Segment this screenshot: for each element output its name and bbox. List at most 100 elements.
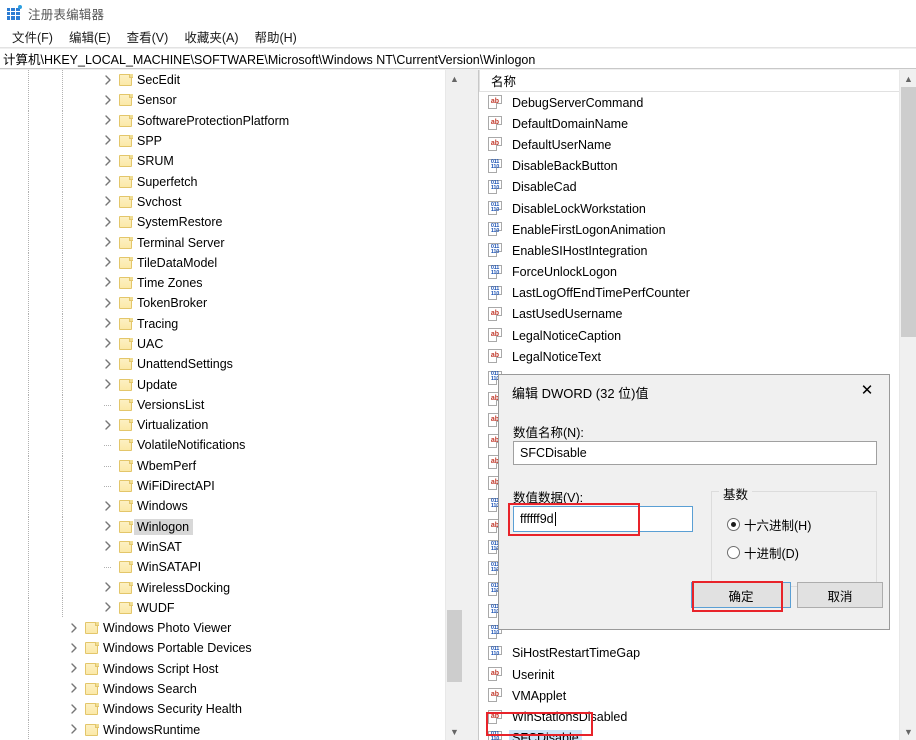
tree-item-tokenbroker[interactable]: TokenBroker bbox=[0, 293, 445, 314]
tree-item-wbemperf[interactable]: WbemPerf bbox=[0, 455, 445, 476]
tree-item-sensor[interactable]: Sensor bbox=[0, 90, 445, 111]
chevron-right-icon[interactable] bbox=[68, 724, 79, 735]
value-row-forceunlocklogon[interactable]: 011 110 ForceUnlockLogon bbox=[479, 262, 900, 283]
chevron-right-icon[interactable] bbox=[68, 683, 79, 694]
chevron-right-icon[interactable] bbox=[102, 581, 113, 592]
value-row-sfcdisable[interactable]: 011 110 SFCDisable bbox=[479, 728, 900, 740]
tree-item-systemrestore[interactable]: SystemRestore bbox=[0, 212, 445, 233]
value-name-input[interactable]: SFCDisable bbox=[513, 441, 877, 465]
menu-file[interactable]: 文件(F) bbox=[5, 26, 62, 47]
value-row-disablebackbutton[interactable]: 011 110 DisableBackButton bbox=[479, 156, 900, 177]
value-row-enablesihostintegration[interactable]: 011 110 EnableSIHostIntegration bbox=[479, 240, 900, 261]
chevron-right-icon[interactable] bbox=[68, 663, 79, 674]
value-row-winstationsdisabled[interactable]: ab WinStationsDisabled bbox=[479, 706, 900, 727]
tree-item-tracing[interactable]: Tracing bbox=[0, 313, 445, 334]
tree-item-versionslist[interactable]: VersionsList bbox=[0, 394, 445, 416]
tree-item-wudf[interactable]: WUDF bbox=[0, 597, 445, 619]
value-row-debugservercommand[interactable]: ab DebugServerCommand bbox=[479, 92, 900, 113]
chevron-right-icon[interactable] bbox=[102, 257, 113, 268]
chevron-right-icon[interactable] bbox=[102, 419, 113, 430]
cancel-button[interactable]: 取消 bbox=[797, 582, 883, 608]
tree-item-spp[interactable]: SPP bbox=[0, 130, 445, 152]
ok-button[interactable]: 确定 bbox=[691, 582, 791, 608]
menu-view[interactable]: 查看(V) bbox=[120, 26, 178, 47]
value-row-vmapplet[interactable]: ab VMApplet bbox=[479, 685, 900, 706]
menu-edit[interactable]: 编辑(E) bbox=[62, 26, 120, 47]
tree-item-windows[interactable]: Windows bbox=[0, 496, 445, 517]
value-row-disablelockworkstation[interactable]: 011 110 DisableLockWorkstation bbox=[479, 198, 900, 219]
chevron-right-icon[interactable] bbox=[102, 318, 113, 329]
address-bar[interactable]: 计算机\HKEY_LOCAL_MACHINE\SOFTWARE\Microsof… bbox=[0, 49, 916, 69]
chevron-right-icon[interactable] bbox=[102, 74, 113, 85]
value-row-defaultusername[interactable]: ab DefaultUserName bbox=[479, 134, 900, 155]
close-icon[interactable]: ✕ bbox=[845, 375, 889, 405]
tree-item-windows-photo-viewer[interactable]: Windows Photo Viewer bbox=[0, 618, 445, 639]
chevron-right-icon[interactable] bbox=[102, 175, 113, 186]
chevron-right-icon[interactable] bbox=[102, 602, 113, 613]
tree-item-volatilenotifications[interactable]: VolatileNotifications bbox=[0, 435, 445, 456]
tree-scroll-thumb[interactable] bbox=[447, 610, 462, 682]
chevron-right-icon[interactable] bbox=[102, 277, 113, 288]
menu-help[interactable]: 帮助(H) bbox=[247, 26, 305, 47]
chevron-right-icon[interactable] bbox=[102, 135, 113, 146]
value-scroll-down-icon[interactable]: ▼ bbox=[900, 723, 916, 740]
tree-item-virtualization[interactable]: Virtualization bbox=[0, 415, 445, 436]
tree-item-windows-security-health[interactable]: Windows Security Health bbox=[0, 699, 445, 720]
chevron-right-icon[interactable] bbox=[102, 521, 113, 532]
chevron-right-icon[interactable] bbox=[102, 297, 113, 308]
value-row-disablecad[interactable]: 011 110 DisableCad bbox=[479, 177, 900, 198]
tree-scroll-up-icon[interactable]: ▲ bbox=[446, 70, 462, 87]
tree-item-wifidirectapi[interactable]: WiFiDirectAPI bbox=[0, 475, 445, 497]
registry-tree[interactable]: SecEdit Sensor SoftwareProtectionPlatform S… bbox=[0, 70, 445, 740]
chevron-right-icon[interactable] bbox=[102, 378, 113, 389]
tree-item-terminal-server[interactable]: Terminal Server bbox=[0, 232, 445, 253]
chevron-right-icon[interactable] bbox=[102, 115, 113, 126]
value-row-legalnoticetext[interactable]: ab LegalNoticeText bbox=[479, 346, 900, 367]
value-row-enablefirstlogonanimation[interactable]: 011 110 EnableFirstLogonAnimation bbox=[479, 219, 900, 240]
tree-item-srum[interactable]: SRUM bbox=[0, 151, 445, 172]
tree-item-time-zones[interactable]: Time Zones bbox=[0, 272, 445, 294]
chevron-right-icon[interactable] bbox=[68, 642, 79, 653]
value-scroll-up-icon[interactable]: ▲ bbox=[900, 70, 916, 87]
value-column-header[interactable]: 名称 bbox=[479, 70, 916, 92]
tree-scrollbar[interactable]: ▲ ▼ bbox=[445, 70, 462, 740]
value-scrollbar[interactable]: ▲ ▼ bbox=[899, 70, 916, 740]
chevron-right-icon[interactable] bbox=[68, 622, 79, 633]
chevron-right-icon[interactable] bbox=[102, 358, 113, 369]
value-row-legalnoticecaption[interactable]: ab LegalNoticeCaption bbox=[479, 325, 900, 346]
radio-hexadecimal[interactable]: 十六进制(H) bbox=[727, 515, 811, 534]
tree-item-unattendsettings[interactable]: UnattendSettings bbox=[0, 354, 445, 375]
tree-item-winlogon[interactable]: Winlogon bbox=[0, 516, 445, 537]
value-row-defaultdomainname[interactable]: ab DefaultDomainName bbox=[479, 113, 900, 134]
chevron-right-icon[interactable] bbox=[102, 94, 113, 105]
value-data-input[interactable]: ffffff9d bbox=[513, 506, 693, 532]
value-row-sihostrestarttimegap[interactable]: 011 110 SiHostRestartTimeGap bbox=[479, 643, 900, 664]
tree-item-wirelessdocking[interactable]: WirelessDocking bbox=[0, 577, 445, 598]
tree-item-windowsruntime[interactable]: WindowsRuntime bbox=[0, 719, 445, 740]
tree-item-superfetch[interactable]: Superfetch bbox=[0, 171, 445, 192]
chevron-right-icon[interactable] bbox=[68, 703, 79, 714]
chevron-right-icon[interactable] bbox=[102, 500, 113, 511]
radio-decimal[interactable]: 十进制(D) bbox=[727, 543, 799, 562]
chevron-right-icon[interactable] bbox=[102, 541, 113, 552]
value-row-userinit[interactable]: ab Userinit bbox=[479, 664, 900, 685]
tree-item-winsatapi[interactable]: WinSATAPI bbox=[0, 557, 445, 578]
chevron-right-icon[interactable] bbox=[102, 216, 113, 227]
tree-item-windows-portable-devices[interactable]: Windows Portable Devices bbox=[0, 638, 445, 659]
tree-item-windows-search[interactable]: Windows Search bbox=[0, 678, 445, 700]
tree-item-softwareprotectionplatform[interactable]: SoftwareProtectionPlatform bbox=[0, 110, 445, 131]
tree-item-update[interactable]: Update bbox=[0, 374, 445, 395]
tree-item-secedit[interactable]: SecEdit bbox=[0, 70, 445, 91]
chevron-right-icon[interactable] bbox=[102, 338, 113, 349]
value-row-lastlogoffendtimeperfcounter[interactable]: 011 110 LastLogOffEndTimePerfCounter bbox=[479, 283, 900, 304]
tree-item-winsat[interactable]: WinSAT bbox=[0, 536, 445, 558]
chevron-right-icon[interactable] bbox=[102, 236, 113, 247]
tree-item-tiledatamodel[interactable]: TileDataModel bbox=[0, 252, 445, 273]
tree-scroll-down-icon[interactable]: ▼ bbox=[446, 723, 462, 740]
chevron-right-icon[interactable] bbox=[102, 196, 113, 207]
tree-item-svchost[interactable]: Svchost bbox=[0, 191, 445, 213]
value-row-lastusedusername[interactable]: ab LastUsedUsername bbox=[479, 304, 900, 325]
menu-favorites[interactable]: 收藏夹(A) bbox=[177, 26, 247, 47]
tree-item-uac[interactable]: UAC bbox=[0, 333, 445, 355]
tree-item-windows-script-host[interactable]: Windows Script Host bbox=[0, 658, 445, 679]
